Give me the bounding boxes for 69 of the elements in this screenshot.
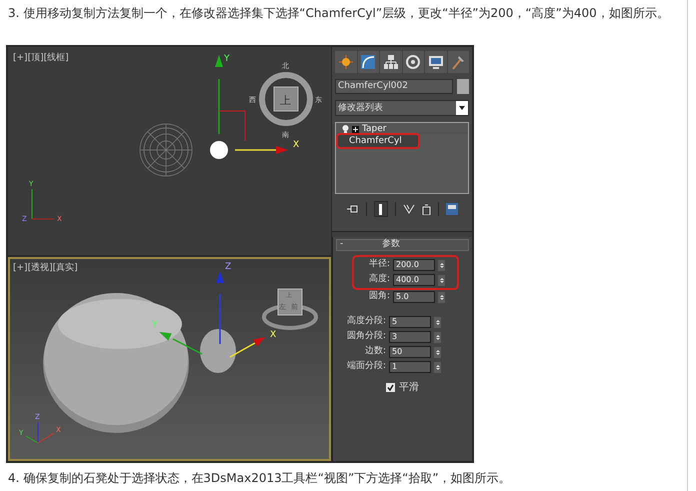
hierarchy-icon[interactable] <box>382 54 399 70</box>
selected-object <box>210 141 228 159</box>
object-name-field[interactable]: ChamferCyl002 <box>335 79 454 94</box>
axis-label: X <box>293 140 300 150</box>
plane-handle[interactable] <box>218 110 246 142</box>
spinner-field[interactable]: 400.0 <box>393 274 435 286</box>
spinner-arrows[interactable] <box>434 346 441 358</box>
axis-arrow[interactable] <box>216 271 224 344</box>
param-label: 高度分段: <box>346 315 386 328</box>
param-label: 半径: <box>368 258 390 272</box>
viewcube-label: 上 <box>280 94 291 107</box>
motion-circle-icon[interactable] <box>405 54 422 70</box>
axis-tripod-drawing <box>32 188 54 220</box>
axis-arrow[interactable] <box>235 146 288 154</box>
axis-arrow[interactable] <box>215 55 223 134</box>
wireframe-cylinder-drawing <box>140 124 192 176</box>
create-sun-icon[interactable] <box>338 54 354 70</box>
axis-label: Z <box>225 262 232 272</box>
param-label: 端面分段: <box>346 360 386 374</box>
modify-curve-icon[interactable] <box>360 54 376 70</box>
viewcube-drawing[interactable] <box>262 288 318 330</box>
trash-icon[interactable] <box>422 204 430 214</box>
small-object <box>200 329 236 373</box>
hammer-icon[interactable] <box>450 54 466 70</box>
axis-label: Y <box>152 320 158 330</box>
spinner-arrows[interactable] <box>438 274 445 286</box>
spinner-field[interactable]: 3 <box>389 331 431 343</box>
modifier-list-dropdown[interactable]: 修改器列表 <box>335 100 469 116</box>
stack-item-label: ChamferCyl <box>349 136 402 146</box>
spinner-field[interactable]: 50 <box>389 346 431 358</box>
step-paragraph: 4. 确保复制的石凳处于选择状态，在3DsMax2013工具栏“视图”下方选择“拾取”，如图所示。 <box>7 470 512 487</box>
axis-arrow[interactable] <box>230 337 266 358</box>
spinner-arrows[interactable] <box>434 316 441 328</box>
viewport-label[interactable]: [+][顶][线框] <box>13 53 69 64</box>
configure-icon[interactable] <box>446 203 458 215</box>
bulb-icon[interactable] <box>342 124 349 134</box>
show-end-result-button[interactable] <box>374 201 388 217</box>
axis-label: X <box>270 330 276 340</box>
checkmark-icon <box>387 384 394 391</box>
spinner-arrows[interactable] <box>438 260 445 270</box>
expand-plus-icon[interactable] <box>352 126 359 132</box>
stack-item[interactable]: ChamferCyl <box>338 135 418 147</box>
spinner-field[interactable]: 1 <box>389 361 431 373</box>
checkbox-label: 平滑 <box>399 381 419 395</box>
rollout-header[interactable]: - 参数 <box>336 239 469 251</box>
spinner-field[interactable]: 5 <box>389 316 431 328</box>
spinner-field[interactable]: 5.0 <box>393 291 435 303</box>
stack-item[interactable]: Taper <box>336 123 468 135</box>
param-label: 边数: <box>364 345 386 358</box>
viewport-label[interactable]: [+][透视][真实] <box>13 263 78 274</box>
viewcube-ring[interactable] <box>259 72 313 126</box>
param-label: 高度: <box>368 273 390 286</box>
spinner-field[interactable]: 200.0 <box>393 259 435 271</box>
display-monitor-icon[interactable] <box>428 54 444 70</box>
axis-tripod-drawing <box>26 422 54 444</box>
step-paragraph: 3. 使用移动复制方法复制一个，在修改器选择集下选择“ChamferCyl”层级，更改“半径”为200，“高度”为400，如图所示。 <box>7 5 670 22</box>
smooth-checkbox[interactable] <box>386 383 395 392</box>
caret-icon <box>459 106 465 110</box>
pin-icon[interactable] <box>346 204 358 214</box>
spinner-arrows[interactable] <box>434 332 441 342</box>
spinner-arrows[interactable] <box>434 362 441 372</box>
axis-arrow[interactable] <box>159 332 202 355</box>
axis-label: Y <box>224 54 230 64</box>
object-color-swatch[interactable] <box>457 79 469 94</box>
spinner-arrows[interactable] <box>438 292 445 302</box>
make-unique-icon[interactable] <box>402 204 414 214</box>
stack-item-label: Taper <box>362 124 386 134</box>
param-label: 圆角分段: <box>346 330 386 344</box>
param-label: 圆角: <box>368 290 390 304</box>
